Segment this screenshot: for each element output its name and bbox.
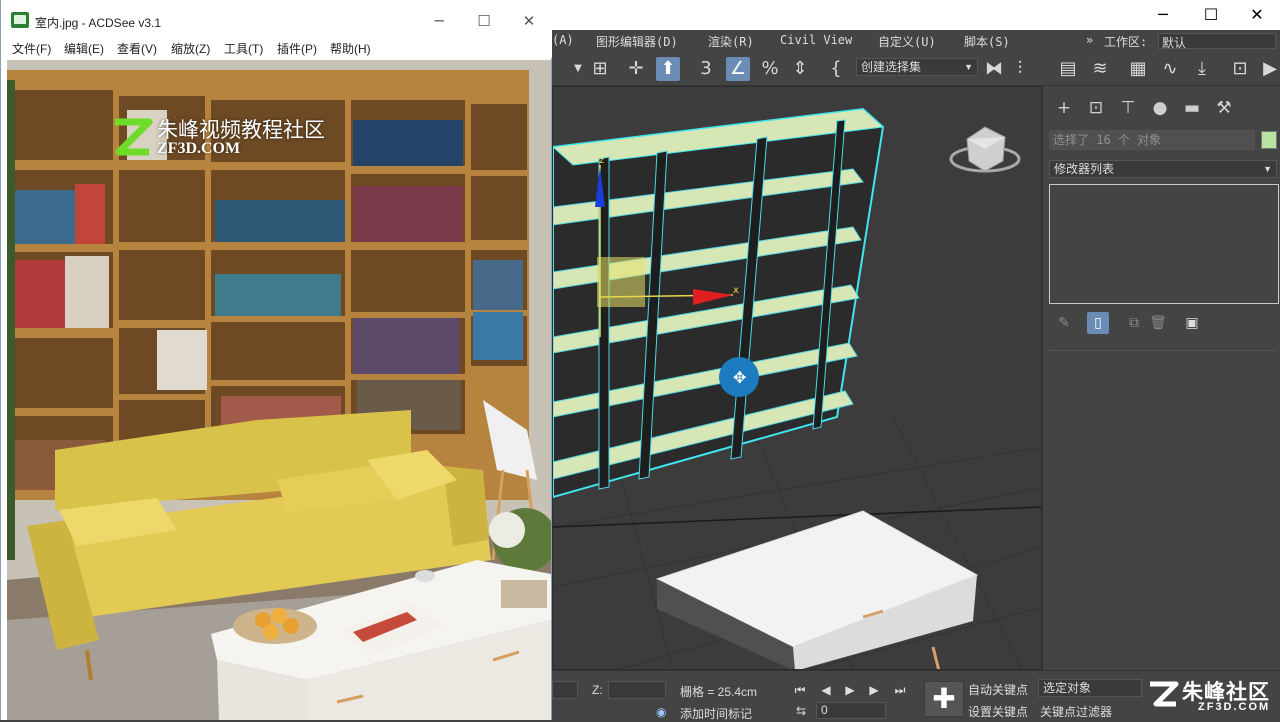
- menu-plugins[interactable]: 插件(P): [277, 40, 317, 57]
- angle-snap-icon[interactable]: ∠: [726, 57, 750, 81]
- object-color-swatch[interactable]: [1261, 131, 1277, 149]
- modifier-list-dropdown[interactable]: 修改器列表 ▼: [1049, 160, 1277, 178]
- toggle-ribbon-icon[interactable]: ▦: [1126, 57, 1150, 81]
- acdsee-maximize-icon[interactable]: ☐: [464, 8, 504, 34]
- photo-watermark-url: ZF3D.COM: [157, 140, 241, 157]
- show-end-result-icon[interactable]: ▯: [1087, 312, 1109, 334]
- corner-watermark: 朱峰社区 ZF3D.COM: [1146, 674, 1276, 718]
- max-menubar: (A) 图形编辑器(D) 渲染(R) Civil View 自定义(U) 脚本(…: [552, 30, 1280, 52]
- max-titlebar: ─ ☐ ✕: [552, 0, 1280, 30]
- acdsee-minimize-icon[interactable]: ─: [419, 8, 459, 34]
- select-object-icon[interactable]: ⬆: [656, 57, 680, 81]
- acdsee-window-title: 室内.jpg - ACDSee v3.1: [35, 16, 162, 30]
- z-coord-label: Z:: [592, 683, 603, 697]
- room-photo: 朱峰视频教程社区 ZF3D.COM: [7, 60, 551, 720]
- key-filters-button[interactable]: 关键点过滤器: [1040, 703, 1112, 720]
- create-tab-icon[interactable]: +: [1051, 96, 1077, 120]
- menu-tools[interactable]: 工具(T): [224, 40, 263, 57]
- schematic-view-icon[interactable]: ⤓: [1190, 57, 1214, 81]
- menu-animation[interactable]: (A): [552, 33, 574, 47]
- command-panel: + ⊡ ⊤ ● ▬ ⚒ 选择了 16 个 对象 修改器列表 ▼ ✎ ▯ ⧉ 🗑 ▣: [1042, 86, 1280, 670]
- remove-modifier-icon[interactable]: 🗑: [1147, 312, 1169, 334]
- minimize-icon[interactable]: ─: [1140, 0, 1186, 30]
- percent-snap-icon[interactable]: %: [758, 57, 782, 81]
- menu-customize[interactable]: 自定义(U): [878, 33, 936, 50]
- svg-text:✥: ✥: [733, 368, 746, 387]
- material-editor-icon[interactable]: ⊡: [1228, 57, 1252, 81]
- key-mode-icon[interactable]: ⇆: [796, 704, 806, 718]
- dropdown-arrow-icon[interactable]: ▼: [566, 57, 590, 81]
- menu-file[interactable]: 文件(F): [12, 40, 51, 57]
- more-menus-icon[interactable]: »: [1086, 33, 1093, 47]
- goto-end-icon[interactable]: ⏭: [890, 681, 910, 699]
- modifier-stack[interactable]: [1049, 184, 1279, 304]
- menu-rendering[interactable]: 渲染(R): [708, 33, 754, 50]
- named-selection-dropdown[interactable]: 创建选择集 ▼: [856, 58, 978, 76]
- modify-tab-icon[interactable]: ⊡: [1083, 96, 1109, 120]
- spinner-snap-icon[interactable]: ⇕: [788, 57, 812, 81]
- play-icon[interactable]: ▶: [840, 681, 860, 699]
- menu-edit[interactable]: 编辑(E): [64, 40, 104, 57]
- auto-key-button[interactable]: 自动关键点: [968, 681, 1028, 698]
- time-tag-icon[interactable]: ◉: [656, 705, 666, 719]
- configure-sets-icon[interactable]: ▣: [1181, 312, 1203, 334]
- photo-watermark: 朱峰视频教程社区 ZF3D.COM: [109, 110, 369, 166]
- menu-zoom[interactable]: 缩放(Z): [171, 40, 210, 57]
- snap-3d-icon[interactable]: 3: [694, 57, 718, 81]
- display-tab-icon[interactable]: ▬: [1179, 96, 1205, 120]
- y-coord-field[interactable]: [552, 681, 578, 699]
- acdsee-close-icon[interactable]: ✕: [509, 8, 549, 34]
- set-key-button[interactable]: ✚: [924, 681, 964, 717]
- panel-divider: [1049, 350, 1277, 351]
- edit-named-selection-icon[interactable]: {: [824, 57, 848, 81]
- menu-scripting[interactable]: 脚本(S): [964, 33, 1010, 50]
- workspace-dropdown[interactable]: 默认: [1158, 33, 1276, 50]
- grid-size-label: 栅格 = 25.4cm: [680, 685, 758, 699]
- hierarchy-tab-icon[interactable]: ⊤: [1115, 96, 1141, 120]
- motion-tab-icon[interactable]: ●: [1147, 96, 1173, 120]
- curve-editor-icon[interactable]: ∿: [1158, 57, 1182, 81]
- menu-civil-view[interactable]: Civil View: [780, 33, 852, 47]
- workspace-label: 工作区:: [1104, 35, 1148, 49]
- render-setup-icon[interactable]: ▶: [1258, 57, 1280, 81]
- layer-explorer-icon[interactable]: ≋: [1088, 57, 1112, 81]
- utilities-tab-icon[interactable]: ⚒: [1211, 96, 1237, 120]
- goto-start-icon[interactable]: ⏮: [790, 681, 810, 699]
- acdsee-titlebar: 室内.jpg - ACDSee v3.1 ─ ☐ ✕: [1, 0, 552, 38]
- viewport-scene: z x ✥: [553, 107, 1041, 669]
- perspective-viewport[interactable]: z x ✥: [552, 86, 1042, 670]
- menu-help[interactable]: 帮助(H): [330, 40, 371, 57]
- make-unique-icon[interactable]: ⧉: [1123, 312, 1145, 334]
- selected-object-dropdown[interactable]: 选定对象: [1038, 679, 1142, 697]
- acdsee-app-icon: [11, 12, 29, 28]
- pin-stack-icon[interactable]: ✎: [1053, 312, 1075, 334]
- set-key-mode-button[interactable]: 设置关键点: [968, 703, 1028, 720]
- viewcube[interactable]: [949, 126, 1021, 173]
- mirror-icon[interactable]: ⧓: [982, 57, 1006, 81]
- menu-view[interactable]: 查看(V): [117, 40, 157, 57]
- zf-logo-icon: [115, 118, 153, 156]
- acdsee-window: 室内.jpg - ACDSee v3.1 ─ ☐ ✕ 文件(F) 编辑(E) 查…: [0, 0, 552, 720]
- zf-logo-icon: [1150, 681, 1179, 707]
- watermark-url: ZF3D.COM: [1198, 701, 1271, 713]
- z-coord-field[interactable]: [608, 681, 666, 699]
- next-frame-icon[interactable]: ▶: [864, 681, 884, 699]
- axis-z-label: z: [599, 155, 604, 166]
- close-icon[interactable]: ✕: [1234, 0, 1280, 30]
- coffee-table-model: [655, 510, 979, 669]
- maximize-icon[interactable]: ☐: [1188, 0, 1234, 30]
- add-time-tag[interactable]: 添加时间标记: [680, 705, 752, 722]
- menu-graph-editors[interactable]: 图形编辑器(D): [596, 33, 678, 50]
- acdsee-menubar: 文件(F) 编辑(E) 查看(V) 缩放(Z) 工具(T) 插件(P) 帮助(H…: [1, 38, 552, 58]
- scene-explorer-icon[interactable]: ▤: [1056, 57, 1080, 81]
- select-link-icon[interactable]: ⊞: [588, 57, 612, 81]
- prev-frame-icon[interactable]: ◀: [816, 681, 836, 699]
- current-frame-field[interactable]: 0: [816, 702, 886, 719]
- axis-x-label: x: [733, 285, 739, 296]
- align-icon[interactable]: ⫶: [1008, 57, 1032, 81]
- select-move-icon[interactable]: ✛: [624, 57, 648, 81]
- selection-count-field[interactable]: 选择了 16 个 对象: [1049, 130, 1255, 150]
